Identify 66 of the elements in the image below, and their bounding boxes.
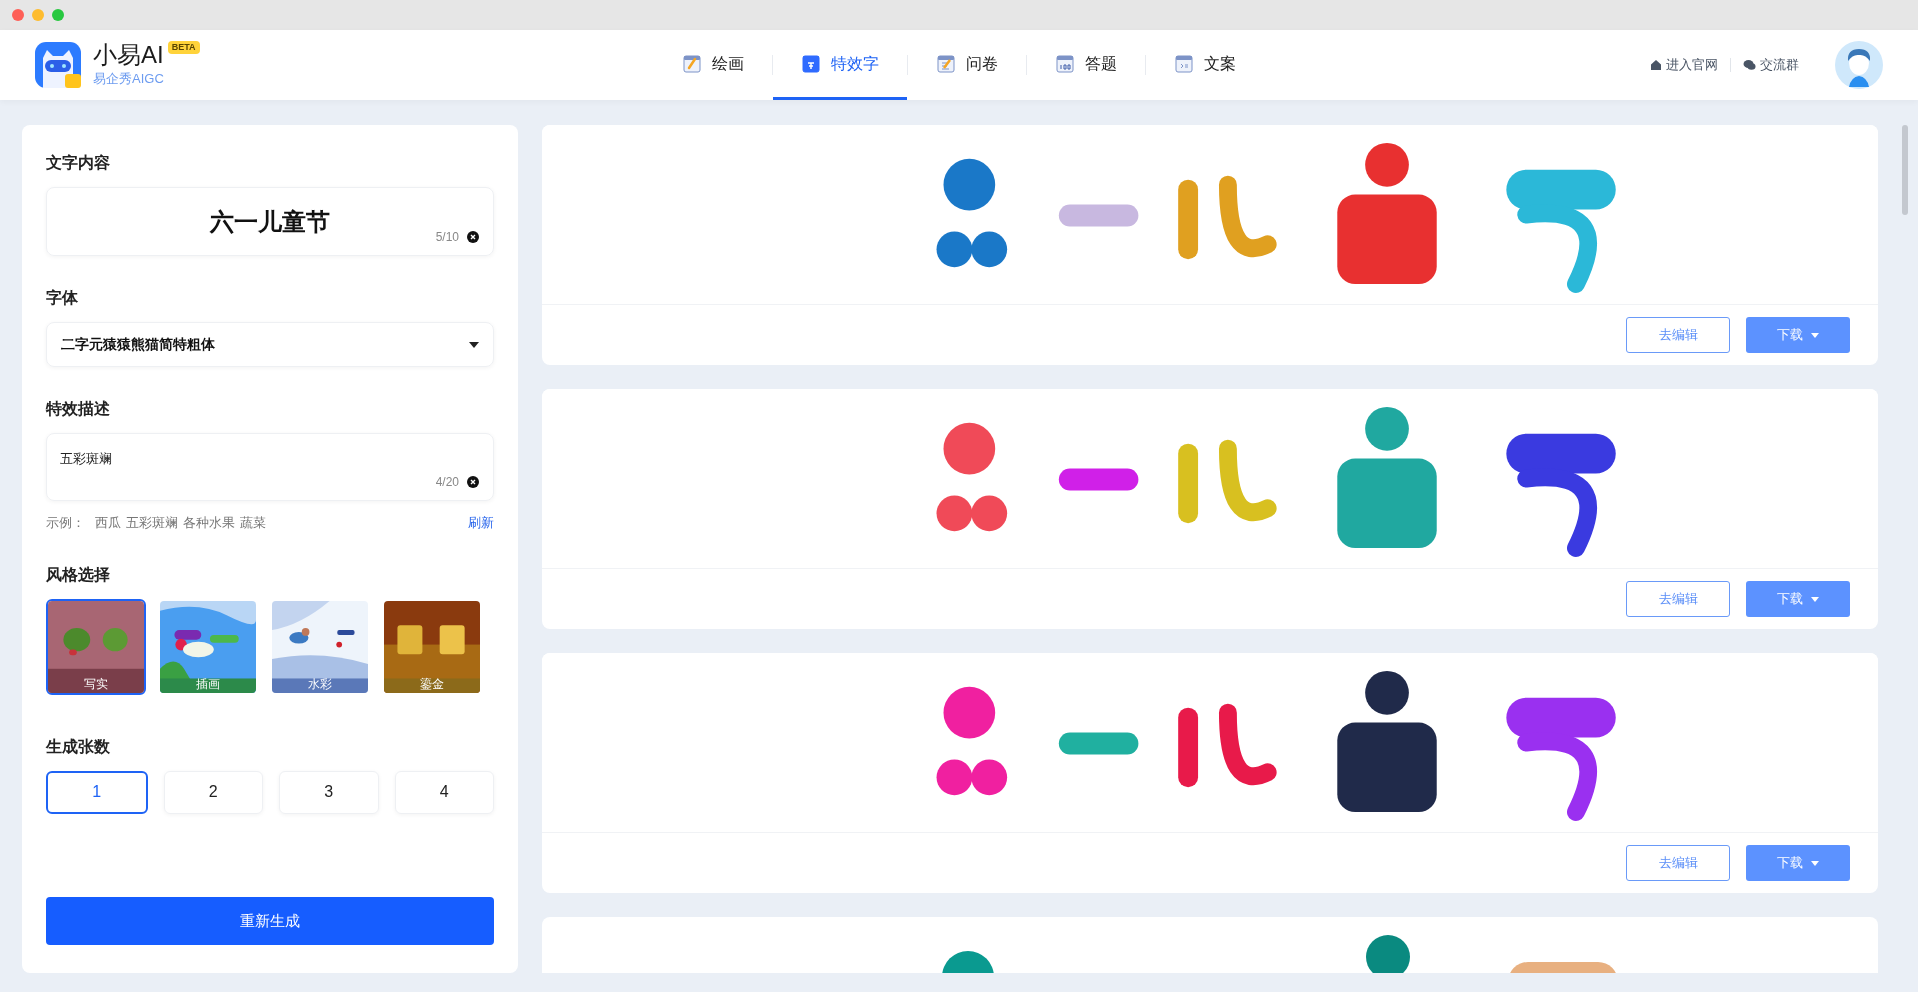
- home-icon: [1650, 59, 1662, 71]
- caret-icon: [1811, 332, 1819, 338]
- document-icon: [1174, 53, 1194, 74]
- scrollbar-thumb[interactable]: [1902, 125, 1908, 215]
- style-option[interactable]: 水彩: [270, 598, 370, 695]
- example-tag[interactable]: 蔬菜: [240, 513, 266, 533]
- character-count: 4/20: [435, 474, 459, 491]
- style-label: 写实: [83, 675, 109, 693]
- header-link[interactable]: 交流群: [1743, 55, 1799, 75]
- section-label: 特效描述: [46, 399, 111, 419]
- robot-logo-icon: [35, 42, 81, 88]
- style-label: 鎏金: [419, 675, 445, 693]
- nav-tab[interactable]: 问卷: [908, 30, 1026, 100]
- style-option[interactable]: 鎏金: [382, 598, 482, 695]
- nav-tab[interactable]: 文案: [1146, 30, 1264, 100]
- pencil-icon: [936, 53, 956, 74]
- beta-badge: BETA: [167, 41, 200, 55]
- section-label: 文字内容: [46, 153, 111, 173]
- regenerate-button[interactable]: 重新生成: [46, 897, 494, 945]
- caret-icon: [1811, 860, 1819, 866]
- section-label: 字体: [46, 288, 79, 308]
- caret-icon: [1811, 596, 1819, 602]
- example-tag[interactable]: 西瓜: [95, 513, 121, 533]
- edit-button[interactable]: 去编辑: [1626, 581, 1730, 617]
- maximize-icon[interactable]: [52, 9, 64, 21]
- edit-button[interactable]: 去编辑: [1626, 845, 1730, 881]
- text-input-field[interactable]: 六一儿童节 5/10: [46, 187, 494, 256]
- chat-icon: [1743, 59, 1756, 71]
- nav-tab[interactable]: 答题: [1027, 30, 1145, 100]
- app-name: 小易AI: [93, 41, 164, 70]
- count-option[interactable]: 4: [394, 770, 494, 814]
- input-value: 五彩斑斓: [60, 451, 112, 466]
- caret-icon: [469, 341, 479, 348]
- input-value: 六一儿童节: [210, 206, 330, 237]
- minimize-icon[interactable]: [32, 9, 44, 21]
- download-button[interactable]: 下载: [1746, 845, 1850, 881]
- nav-tab[interactable]: 特效字: [773, 30, 907, 100]
- clear-icon[interactable]: [467, 231, 479, 243]
- example-tag[interactable]: 五彩斑斓: [126, 513, 178, 533]
- edit-button[interactable]: 去编辑: [1626, 317, 1730, 353]
- app-subtitle: 易企秀AIGC: [93, 70, 165, 89]
- calendar-icon: [1055, 53, 1075, 74]
- section-label: 风格选择: [46, 564, 111, 585]
- style-label: 水彩: [307, 675, 333, 693]
- header-link[interactable]: 进入官网: [1650, 55, 1718, 75]
- download-button[interactable]: 下载: [1746, 317, 1850, 353]
- style-label: 插画: [195, 675, 221, 693]
- brush-icon: [682, 53, 702, 74]
- example-tag[interactable]: 各种水果: [183, 513, 235, 533]
- count-option[interactable]: 1: [46, 770, 148, 814]
- refresh-link[interactable]: 刷新: [468, 513, 494, 533]
- clear-icon[interactable]: [467, 476, 479, 488]
- style-option[interactable]: 写实: [46, 598, 146, 695]
- example-label: 示例：: [46, 514, 85, 532]
- download-button[interactable]: 下载: [1746, 581, 1850, 617]
- style-option[interactable]: 插画: [158, 598, 258, 695]
- nav-tab[interactable]: 绘画: [654, 30, 772, 100]
- character-icon: [801, 53, 821, 74]
- count-option[interactable]: 3: [279, 770, 379, 814]
- description-field[interactable]: 五彩斑斓 4/20: [46, 433, 494, 501]
- section-label: 生成张数: [46, 736, 111, 757]
- close-icon[interactable]: [12, 9, 24, 21]
- character-count: 5/10: [435, 229, 459, 246]
- font-select[interactable]: 二字元猿猿熊猫简特粗体: [46, 322, 494, 367]
- count-option[interactable]: 2: [163, 770, 263, 814]
- avatar-icon[interactable]: [1835, 41, 1883, 89]
